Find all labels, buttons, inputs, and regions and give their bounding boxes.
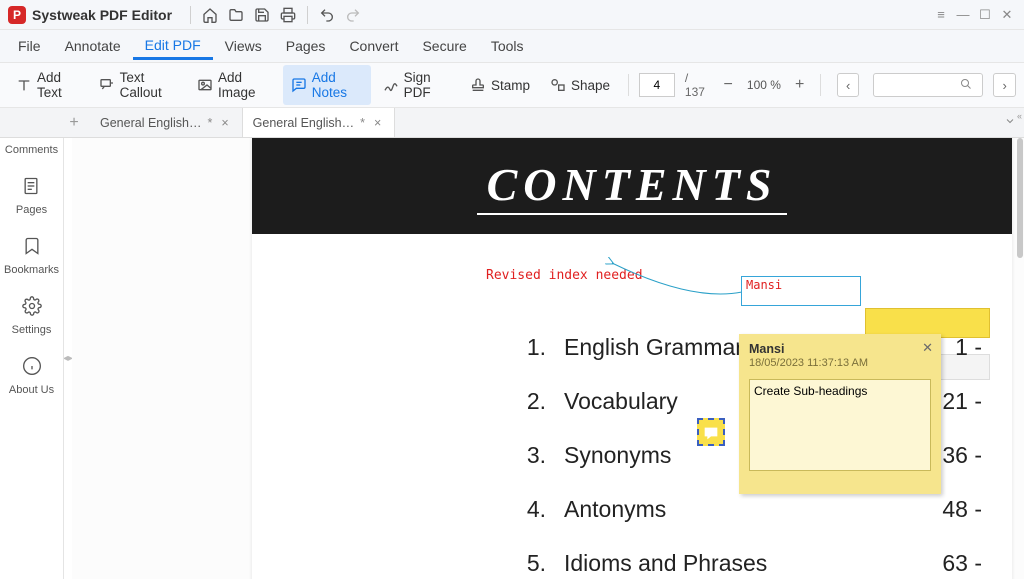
sidebar-item-about[interactable]: About Us — [9, 356, 54, 396]
redo-icon — [342, 4, 364, 26]
menu-file[interactable]: File — [6, 34, 53, 58]
sign-icon — [383, 77, 399, 93]
nav-next-button[interactable]: › — [993, 73, 1016, 97]
bookmark-icon — [22, 236, 42, 261]
menu-views[interactable]: Views — [213, 34, 274, 58]
note-body-input[interactable] — [749, 379, 931, 471]
callout-icon — [99, 77, 115, 93]
nav-prev-button[interactable]: ‹ — [837, 73, 860, 97]
gear-icon — [22, 296, 42, 321]
sidebar-item-bookmarks[interactable]: Bookmarks — [4, 236, 59, 276]
text-icon — [16, 77, 32, 93]
pdf-page: CONTENTS Revised index needed Mansi 1.En… — [252, 138, 1012, 579]
print-icon[interactable] — [277, 4, 299, 26]
shape-icon — [550, 77, 566, 93]
zoom-in-button[interactable]: + — [789, 73, 810, 97]
title-bar: P Systweak PDF Editor ≡ — ☐ ✕ — [0, 0, 1024, 30]
toc-row: 4.Antonyms48 - — [510, 496, 982, 523]
menu-tools[interactable]: Tools — [479, 34, 536, 58]
document-body: ◂▸ CONTENTS Revised index needed Mansi 1… — [0, 138, 1024, 579]
maximize-button[interactable]: ☐ — [976, 6, 994, 24]
tabs-overflow-icon[interactable] — [1004, 115, 1016, 130]
hamburger-icon[interactable]: ≡ — [932, 6, 950, 24]
splitter-handle[interactable]: ◂▸ — [64, 138, 72, 579]
add-notes-button[interactable]: Add Notes — [283, 65, 371, 105]
document-viewport[interactable]: CONTENTS Revised index needed Mansi 1.En… — [72, 138, 1024, 579]
page-total: / 137 — [685, 71, 708, 99]
home-icon[interactable] — [199, 4, 221, 26]
collapse-icon[interactable]: « — [1017, 111, 1022, 121]
note-timestamp: 18/05/2023 11:37:13 AM — [749, 357, 931, 369]
tab-bar: + General English… * × General English… … — [0, 108, 1024, 138]
menu-pages[interactable]: Pages — [274, 34, 338, 58]
app-logo: P — [8, 6, 26, 24]
sidebar-item-settings[interactable]: Settings — [12, 296, 52, 336]
text-callout-button[interactable]: Text Callout — [91, 65, 185, 105]
search-icon[interactable] — [960, 78, 972, 93]
search-box[interactable] — [873, 73, 983, 97]
sticky-note-marker[interactable] — [697, 418, 725, 446]
close-note-icon[interactable]: ✕ — [922, 340, 933, 356]
pages-icon — [21, 176, 41, 201]
note-icon — [291, 77, 307, 93]
document-tab[interactable]: General English… * × — [243, 108, 396, 137]
menu-convert[interactable]: Convert — [337, 34, 410, 58]
sign-pdf-button[interactable]: Sign PDF — [375, 65, 458, 105]
stamp-icon — [470, 77, 486, 93]
sidebar-item-pages[interactable]: Pages — [16, 176, 47, 216]
zoom-value: 100 % — [743, 78, 786, 92]
left-panel: Comments Pages Bookmarks Settings About … — [0, 108, 64, 579]
open-icon[interactable] — [225, 4, 247, 26]
info-icon — [22, 356, 42, 381]
menu-bar: File Annotate Edit PDF Views Pages Conve… — [0, 30, 1024, 63]
shape-button[interactable]: Shape — [542, 72, 618, 98]
note-author: Mansi — [749, 342, 931, 356]
menu-annotate[interactable]: Annotate — [53, 34, 133, 58]
minimize-button[interactable]: — — [954, 6, 972, 24]
new-tab-button[interactable]: + — [64, 113, 84, 133]
save-icon[interactable] — [251, 4, 273, 26]
toolbar: Add Text Text Callout Add Image Add Note… — [0, 63, 1024, 108]
close-tab-icon[interactable]: × — [218, 116, 231, 130]
menu-edit-pdf[interactable]: Edit PDF — [133, 33, 213, 60]
close-window-button[interactable]: ✕ — [998, 6, 1016, 24]
menu-secure[interactable]: Secure — [410, 34, 478, 58]
app-title: Systweak PDF Editor — [32, 7, 172, 23]
toc-row: 5.Idioms and Phrases63 - — [510, 550, 982, 577]
add-image-button[interactable]: Add Image — [189, 65, 279, 105]
close-tab-icon[interactable]: × — [371, 116, 384, 130]
page-number-input[interactable] — [639, 73, 675, 97]
add-text-button[interactable]: Add Text — [8, 65, 87, 105]
image-icon — [197, 77, 213, 93]
sticky-note-popup[interactable]: ✕ Mansi 18/05/2023 11:37:13 AM — [739, 334, 941, 494]
comment-annotation[interactable]: Revised index needed — [486, 268, 643, 283]
vertical-scrollbar[interactable] — [1017, 138, 1023, 579]
textbox-annotation[interactable]: Mansi — [741, 276, 861, 306]
stamp-button[interactable]: Stamp — [462, 72, 538, 98]
search-input[interactable] — [880, 78, 960, 92]
zoom-out-button[interactable]: − — [718, 73, 739, 97]
document-tab[interactable]: General English… * × — [90, 108, 243, 137]
undo-icon[interactable] — [316, 4, 338, 26]
page-banner: CONTENTS — [252, 138, 1012, 234]
